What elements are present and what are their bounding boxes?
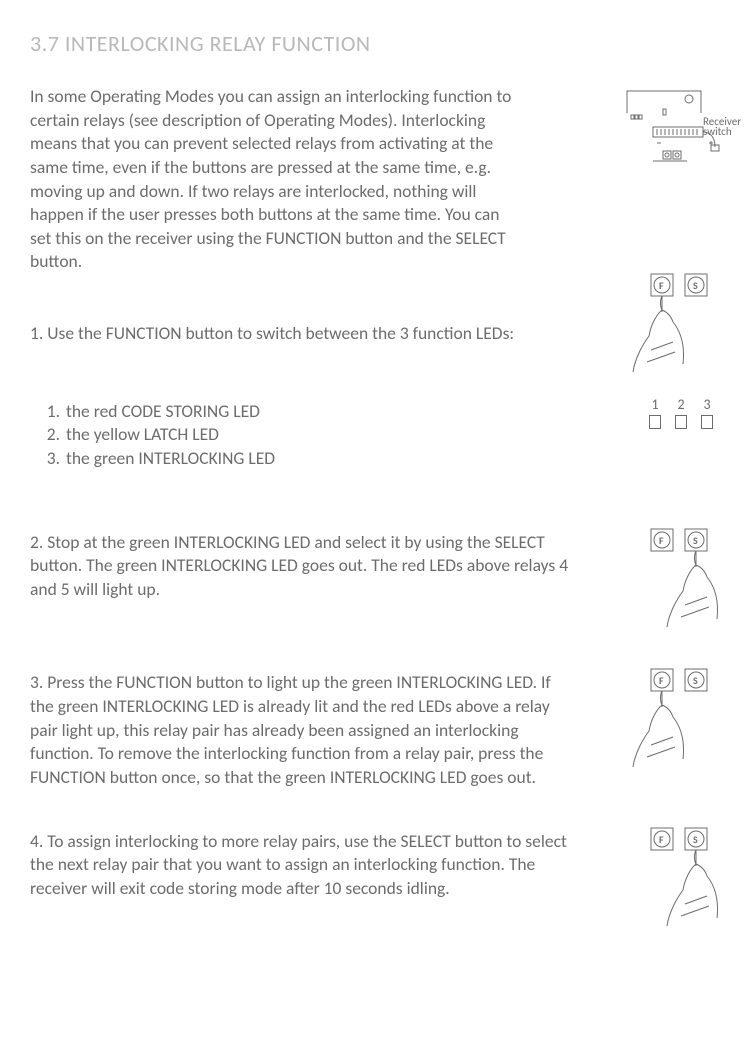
step2-text: 2. Stop at the green INTERLOCKING LED an… — [30, 531, 570, 602]
led-list-block: the red CODE STORING LED the yellow LATC… — [30, 400, 723, 471]
led-1-box — [649, 415, 661, 429]
section-title: 3.7 INTERLOCKING RELAY FUNCTION — [30, 30, 723, 57]
step2-block: 2. Stop at the green INTERLOCKING LED an… — [30, 531, 723, 602]
led-3: 3 — [701, 396, 713, 429]
led-1: 1 — [649, 396, 661, 429]
led-item-1: the red CODE STORING LED — [64, 400, 723, 424]
step3-text: 3. Press the FUNCTION button to light up… — [30, 671, 570, 789]
led-list: the red CODE STORING LED the yellow LATC… — [30, 400, 723, 471]
receiver-label-2: switch — [703, 125, 732, 138]
led-item-3: the green INTERLOCKING LED — [64, 447, 723, 471]
led-1-num: 1 — [651, 396, 658, 413]
step4-text: 4. To assign interlocking to more relay … — [30, 830, 570, 901]
step1-block: 1. Use the FUNCTION button to switch bet… — [30, 322, 723, 346]
led-item-2: the yellow LATCH LED — [64, 423, 723, 447]
button-f-label-2: F — [659, 534, 664, 547]
receiver-switch-figure: Receiver switch — [623, 85, 723, 185]
press-f-figure-2: F S — [633, 667, 723, 777]
button-f-label: F — [659, 279, 664, 292]
led-3-num: 3 — [703, 396, 710, 413]
button-s-label: S — [693, 279, 698, 292]
step1-text: 1. Use the FUNCTION button to switch bet… — [30, 322, 570, 346]
button-s-label-4: S — [693, 833, 698, 846]
led-row-figure: 1 2 3 — [649, 396, 713, 429]
button-f-label-3: F — [659, 674, 664, 687]
press-s-figure-2: F S — [633, 826, 723, 936]
led-3-box — [701, 415, 713, 429]
led-2-box — [675, 415, 687, 429]
led-2: 2 — [675, 396, 687, 429]
step3-block: 3. Press the FUNCTION button to light up… — [30, 671, 723, 789]
button-s-label-3: S — [693, 674, 698, 687]
button-f-label-4: F — [659, 833, 664, 846]
led-2-num: 2 — [677, 396, 684, 413]
intro-text: In some Operating Modes you can assign a… — [30, 85, 520, 274]
press-s-figure-1: F S — [633, 527, 723, 637]
press-f-figure: F S — [633, 272, 723, 382]
button-s-label-2: S — [693, 534, 698, 547]
intro-block: In some Operating Modes you can assign a… — [30, 85, 723, 274]
step4-block: 4. To assign interlocking to more relay … — [30, 830, 723, 901]
